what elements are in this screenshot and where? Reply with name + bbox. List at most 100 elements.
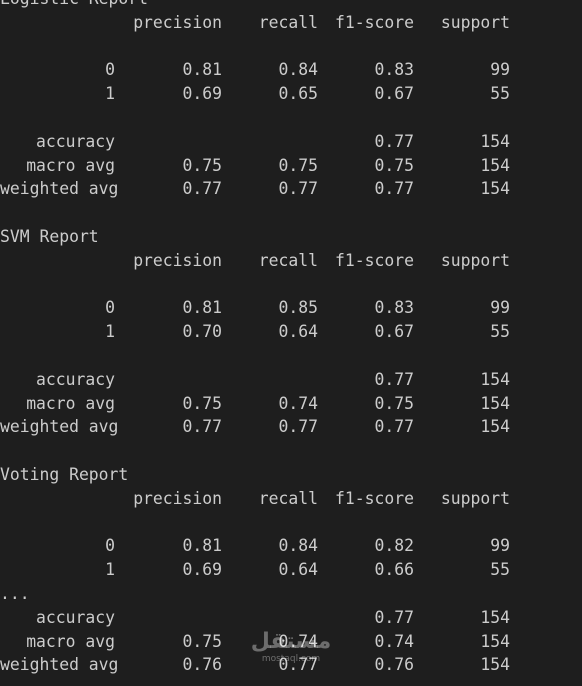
f1-score-header: f1-score xyxy=(335,250,414,270)
precision-value: 0.75 xyxy=(182,631,222,651)
separator-line xyxy=(0,344,510,368)
accuracy-f1-value: 0.77 xyxy=(374,131,414,151)
recall-value: 0.75 xyxy=(278,155,318,175)
class-row: 0 0.81 0.85 0.83 99 xyxy=(0,296,510,320)
f1-score-header: f1-score xyxy=(335,488,414,508)
precision-value: 0.77 xyxy=(182,179,222,199)
precision-value: 0.76 xyxy=(182,655,222,675)
recall-value: 0.65 xyxy=(278,84,318,104)
class-label: 1 xyxy=(105,84,115,104)
f1-score-value: 0.75 xyxy=(374,155,414,175)
recall-value: 0.77 xyxy=(278,179,318,199)
support-header: support xyxy=(440,250,510,270)
report-title: Logistic Report xyxy=(0,0,510,11)
report-header-row: precision recall f1-score support xyxy=(0,249,510,273)
precision-value: 0.75 xyxy=(182,393,222,413)
class-row: 1 0.70 0.64 0.67 55 xyxy=(0,320,510,344)
f1-score-value: 0.77 xyxy=(374,417,414,437)
f1-score-value: 0.66 xyxy=(374,560,414,580)
f1-score-header: f1-score xyxy=(335,12,414,32)
average-row: weighted avg 0.77 0.77 0.77 154 xyxy=(0,177,510,201)
precision-value: 0.69 xyxy=(182,84,222,104)
accuracy-support-value: 154 xyxy=(480,131,510,151)
recall-value: 0.64 xyxy=(278,560,318,580)
report-title: Voting Report xyxy=(0,464,129,484)
f1-score-value: 0.67 xyxy=(374,322,414,342)
accuracy-row: accuracy 0.77 154 xyxy=(0,130,510,154)
support-value: 55 xyxy=(490,322,510,342)
recall-value: 0.84 xyxy=(278,536,318,556)
average-row: macro avg 0.75 0.75 0.75 154 xyxy=(0,154,510,178)
classification-reports: Logistic Reportprecisionrecallf1-scoresu… xyxy=(0,0,510,677)
support-value: 154 xyxy=(480,155,510,175)
precision-header: precision xyxy=(133,250,222,270)
average-label: weighted avg xyxy=(0,179,119,199)
accuracy-label: accuracy xyxy=(36,607,115,627)
precision-value: 0.81 xyxy=(182,536,222,556)
f1-score-value: 0.83 xyxy=(374,298,414,318)
accuracy-row: accuracy 0.77 154 xyxy=(0,368,510,392)
recall-header: recall xyxy=(258,12,318,32)
recall-value: 0.74 xyxy=(278,393,318,413)
support-header: support xyxy=(440,488,510,508)
support-value: 154 xyxy=(480,417,510,437)
average-label: weighted avg xyxy=(0,417,119,437)
class-row: 1 0.69 0.64 0.66 55 xyxy=(0,558,510,582)
recall-header: recall xyxy=(258,488,318,508)
precision-value: 0.69 xyxy=(182,560,222,580)
class-label: 1 xyxy=(105,560,115,580)
f1-score-value: 0.83 xyxy=(374,60,414,80)
accuracy-f1-value: 0.77 xyxy=(374,369,414,389)
precision-header: precision xyxy=(133,12,222,32)
class-row: 0 0.81 0.84 0.83 99 xyxy=(0,58,510,82)
report-header-row: precision recall f1-score support xyxy=(0,11,510,35)
precision-value: 0.81 xyxy=(182,298,222,318)
support-value: 55 xyxy=(490,84,510,104)
precision-value: 0.81 xyxy=(182,60,222,80)
f1-score-value: 0.77 xyxy=(374,179,414,199)
recall-value: 0.77 xyxy=(278,417,318,437)
f1-score-value: 0.76 xyxy=(374,655,414,675)
report-title: SVM Report xyxy=(0,226,99,246)
average-row: weighted avg 0.76 0.77 0.76 154 xyxy=(0,653,510,677)
precision-header: precision xyxy=(133,488,222,508)
report-header-row: precision recall f1-score support xyxy=(0,487,510,511)
accuracy-label: accuracy xyxy=(36,131,115,151)
support-value: 154 xyxy=(480,393,510,413)
terminal-output-panel: Logistic Reportprecisionrecallf1-scoresu… xyxy=(0,0,582,686)
recall-value: 0.74 xyxy=(278,631,318,651)
class-label: 0 xyxy=(105,60,115,80)
recall-header: recall xyxy=(258,250,318,270)
accuracy-row: accuracy 0.77 154 xyxy=(0,606,510,630)
separator-line: ... xyxy=(0,583,30,603)
f1-score-value: 0.74 xyxy=(374,631,414,651)
recall-value: 0.84 xyxy=(278,60,318,80)
class-row: 0 0.81 0.84 0.82 99 xyxy=(0,534,510,558)
separator-line xyxy=(0,106,510,130)
accuracy-label: accuracy xyxy=(36,369,115,389)
average-label: macro avg xyxy=(26,155,115,175)
support-value: 55 xyxy=(490,560,510,580)
f1-score-value: 0.75 xyxy=(374,393,414,413)
precision-value: 0.75 xyxy=(182,155,222,175)
average-label: macro avg xyxy=(26,393,115,413)
class-label: 1 xyxy=(105,322,115,342)
average-label: weighted avg xyxy=(0,655,119,675)
f1-score-value: 0.82 xyxy=(374,536,414,556)
average-row: macro avg 0.75 0.74 0.75 154 xyxy=(0,392,510,416)
recall-value: 0.85 xyxy=(278,298,318,318)
support-value: 154 xyxy=(480,631,510,651)
precision-value: 0.77 xyxy=(182,417,222,437)
support-value: 154 xyxy=(480,179,510,199)
average-row: macro avg 0.75 0.74 0.74 154 xyxy=(0,630,510,654)
class-row: 1 0.69 0.65 0.67 55 xyxy=(0,82,510,106)
accuracy-support-value: 154 xyxy=(480,607,510,627)
class-label: 0 xyxy=(105,536,115,556)
accuracy-support-value: 154 xyxy=(480,369,510,389)
recall-value: 0.64 xyxy=(278,322,318,342)
